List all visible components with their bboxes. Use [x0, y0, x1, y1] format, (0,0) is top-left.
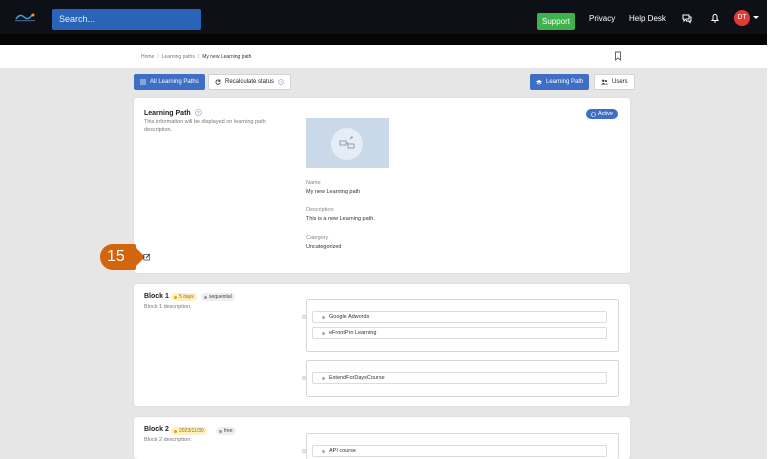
tag-dot — [219, 429, 222, 433]
users-tab-label: Users — [612, 79, 628, 85]
category-value: Uncategorized — [306, 244, 342, 250]
window-edge — [767, 0, 772, 459]
tag-dot — [204, 295, 207, 299]
status-badge: Active — [586, 109, 618, 119]
name-label: Name — [306, 180, 321, 186]
learning-path-tab[interactable]: Learning Path — [530, 74, 590, 90]
group-connector — [302, 315, 306, 319]
users-tab[interactable]: Users — [594, 74, 635, 90]
breadcrumb-home[interactable]: Home — [141, 54, 154, 60]
course-item[interactable]: Google Adwords — [312, 311, 607, 323]
edit-icon[interactable] — [143, 253, 151, 261]
helpdesk-link[interactable]: Help Desk — [629, 14, 666, 23]
course-title: API course — [329, 448, 356, 454]
category-label: Category — [306, 235, 329, 241]
navbar-divider — [0, 34, 767, 45]
bell-icon[interactable] — [709, 12, 721, 24]
breadcrumb-separator: / — [157, 54, 159, 60]
step-callout-badge: 15 — [100, 244, 145, 270]
bullet — [322, 315, 325, 319]
help-icon[interactable]: ? — [278, 79, 284, 85]
course-item[interactable]: API course — [312, 445, 607, 457]
bookmark-icon[interactable] — [614, 51, 622, 61]
svg-text:?: ? — [280, 80, 282, 84]
recalculate-status-label: Recalculate status — [225, 79, 275, 85]
block-title: Block 1 — [144, 293, 169, 300]
support-button[interactable]: Support — [537, 13, 575, 30]
card-title: Learning Path ? — [144, 109, 202, 117]
bullet — [322, 376, 325, 380]
users-icon — [601, 79, 608, 85]
all-learning-paths-button[interactable]: All Learning Paths — [134, 74, 205, 90]
chat-icon[interactable] — [681, 12, 693, 24]
duration-tag: 5 days — [171, 293, 197, 301]
tag-dot — [174, 429, 177, 433]
course-item[interactable]: ExtendForDaysCourse — [312, 372, 607, 384]
chevron-down-icon[interactable] — [753, 16, 759, 19]
learning-path-tab-label: Learning Path — [546, 79, 584, 85]
tag-dot — [174, 295, 177, 299]
order-tag: sequential — [201, 293, 235, 301]
search-input[interactable]: Search... — [52, 9, 201, 30]
group-connector — [302, 449, 306, 453]
order-tag-label: sequential — [209, 294, 232, 300]
check-circle-icon — [591, 111, 596, 117]
course-title: ExtendForDaysCourse — [329, 375, 385, 381]
path-diagram-icon — [339, 136, 355, 149]
block-title: Block 2 — [144, 426, 169, 433]
status-badge-label: Active — [598, 111, 613, 117]
card-description: This information will be displayed on le… — [144, 119, 266, 133]
course-title: eFrontPro Learning — [329, 330, 377, 336]
breadcrumb-current: My new Learning path — [202, 54, 252, 60]
breadcrumb-separator: / — [197, 54, 200, 60]
bullet — [322, 449, 325, 453]
app-logo[interactable] — [13, 11, 37, 23]
card-title-text: Learning Path — [144, 110, 191, 117]
user-avatar[interactable]: DT — [734, 10, 750, 26]
course-item[interactable]: eFrontPro Learning — [312, 327, 607, 339]
course-group — [306, 299, 619, 352]
breadcrumb-learning-paths[interactable]: Learning paths — [162, 54, 195, 60]
all-learning-paths-label: All Learning Paths — [150, 79, 199, 85]
name-value: My new Learning path — [306, 189, 361, 195]
block-description: Block 1 description. — [144, 304, 192, 310]
block-description: Block 2 description. — [144, 437, 192, 443]
deadline-tag-label: 2023/11/30 — [179, 428, 204, 434]
deadline-tag: 2023/11/30 — [171, 427, 207, 435]
graduation-cap-icon — [536, 80, 542, 85]
course-title: Google Adwords — [329, 314, 370, 320]
group-connector — [302, 376, 306, 380]
order-tag-label: free — [224, 428, 233, 434]
order-tag: free — [216, 427, 236, 435]
duration-tag-label: 5 days — [179, 294, 194, 300]
refresh-icon — [215, 79, 221, 85]
description-label: Description — [306, 207, 334, 213]
page-header — [0, 45, 767, 68]
recalculate-status-button[interactable]: Recalculate status ? — [208, 74, 292, 90]
privacy-link[interactable]: Privacy — [589, 14, 615, 23]
list-icon — [140, 79, 146, 85]
description-value: This is a new Learning path. — [306, 216, 375, 222]
bullet — [322, 331, 325, 335]
svg-text:?: ? — [197, 110, 200, 115]
breadcrumb: Home / Learning paths / My new Learning path — [141, 54, 251, 60]
help-icon[interactable]: ? — [194, 109, 202, 116]
